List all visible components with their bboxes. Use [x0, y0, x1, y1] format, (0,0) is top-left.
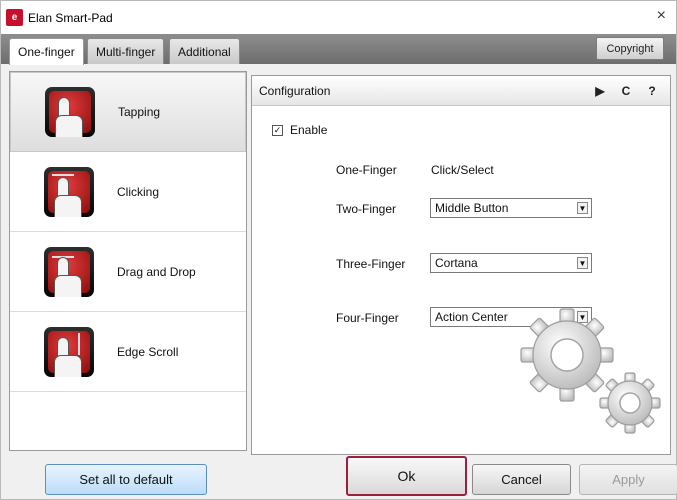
- play-icon[interactable]: ▶: [590, 82, 610, 100]
- feature-item-drag-and-drop[interactable]: Drag and Drop: [10, 232, 246, 312]
- enable-checkbox[interactable]: ✓: [272, 124, 283, 136]
- feature-label: Edge Scroll: [117, 344, 179, 359]
- two-finger-label: Two-Finger: [336, 202, 397, 216]
- feature-label: Tapping: [118, 105, 161, 119]
- feature-item-tapping[interactable]: Tapping: [10, 72, 246, 152]
- help-icon[interactable]: ?: [642, 82, 662, 100]
- title-bar: e Elan Smart-Pad ×: [1, 1, 676, 34]
- configuration-panel: Configuration ▶ C ? ✓ Enable One-Finger …: [251, 75, 671, 455]
- feature-list: Tapping Clicking Drag and Drop Edge Scro…: [9, 71, 247, 451]
- tab-additional[interactable]: Additional: [169, 38, 240, 64]
- cancel-button[interactable]: Cancel: [472, 464, 571, 495]
- elan-smartpad-window: e Elan Smart-Pad × One-finger Multi-fing…: [0, 0, 677, 500]
- header-icon-group: ▶ C ?: [590, 82, 662, 100]
- enable-label: Enable: [290, 123, 328, 137]
- configuration-title: Configuration: [259, 83, 331, 98]
- chevron-down-icon: ▼: [577, 202, 588, 214]
- drag-gesture-icon: [44, 246, 94, 297]
- settings-gears-icon: [520, 308, 661, 434]
- feature-label: Clicking: [117, 184, 160, 199]
- feature-label: Drag and Drop: [117, 264, 196, 279]
- copyright-button[interactable]: Copyright: [596, 37, 664, 60]
- tab-multi-finger[interactable]: Multi-finger: [87, 38, 165, 64]
- tab-label: One-finger: [18, 45, 75, 59]
- tab-label: Multi-finger: [96, 44, 156, 59]
- configuration-header: Configuration ▶ C ?: [252, 76, 670, 106]
- chevron-down-icon: ▼: [577, 257, 588, 269]
- apply-button[interactable]: Apply: [579, 464, 677, 495]
- close-icon[interactable]: ×: [657, 8, 666, 24]
- four-finger-label: Four-Finger: [336, 311, 399, 325]
- three-finger-label: Three-Finger: [336, 257, 406, 271]
- elan-app-icon: e: [6, 9, 23, 26]
- one-finger-label: One-Finger: [336, 163, 397, 177]
- tab-label: Additional: [178, 44, 231, 59]
- feature-item-edge-scroll[interactable]: Edge Scroll: [10, 312, 246, 392]
- three-finger-value: Cortana: [435, 256, 478, 270]
- two-finger-value: Middle Button: [435, 201, 509, 215]
- click-gesture-icon: [44, 166, 94, 217]
- refresh-icon[interactable]: C: [616, 82, 636, 100]
- set-all-to-default-button[interactable]: Set all to default: [45, 464, 207, 495]
- three-finger-select[interactable]: Cortana ▼: [430, 253, 592, 273]
- window-title: Elan Smart-Pad: [28, 10, 113, 25]
- four-finger-value: Action Center: [435, 310, 508, 324]
- tap-gesture-icon: [45, 87, 95, 137]
- feature-item-clicking[interactable]: Clicking: [10, 152, 246, 232]
- ok-button[interactable]: Ok: [346, 456, 467, 496]
- tab-one-finger[interactable]: One-finger: [9, 38, 84, 65]
- one-finger-value: Click/Select: [431, 163, 494, 177]
- edge-scroll-icon: [44, 326, 94, 377]
- two-finger-select[interactable]: Middle Button ▼: [430, 198, 592, 218]
- tab-strip: One-finger Multi-finger Additional Copyr…: [1, 34, 676, 65]
- enable-row: ✓ Enable: [272, 123, 327, 137]
